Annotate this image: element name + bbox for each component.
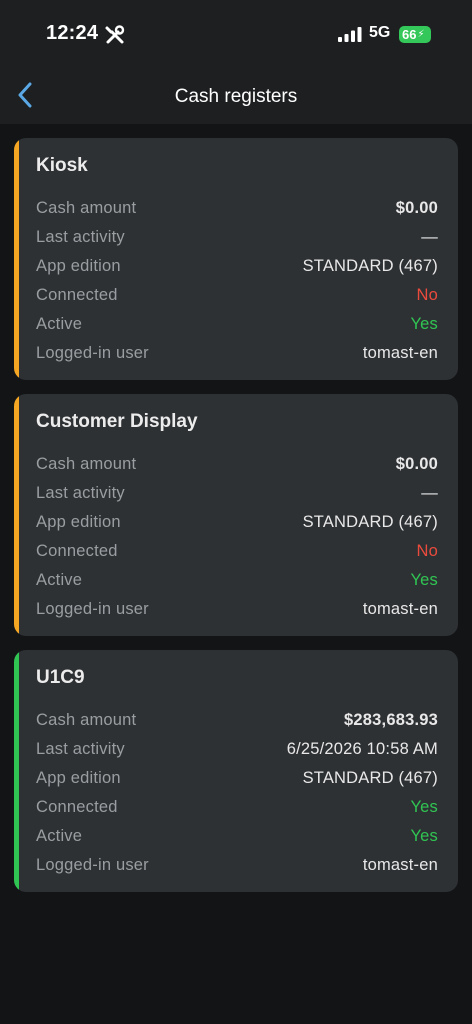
detail-value: $0.00 bbox=[395, 455, 438, 473]
signal-icon bbox=[338, 27, 362, 42]
battery-indicator: 66 ⚡ bbox=[399, 26, 431, 43]
register-card-customer-display[interactable]: Customer Display Cash amount $0.00 Last a… bbox=[14, 394, 458, 636]
detail-value: Yes bbox=[410, 798, 438, 816]
detail-row: Cash amount $0.00 bbox=[36, 450, 438, 479]
status-time: 12:24 bbox=[46, 22, 99, 44]
detail-value: $0.00 bbox=[395, 199, 438, 217]
detail-value: tomast-en bbox=[362, 600, 438, 618]
register-name: Kiosk bbox=[36, 155, 88, 176]
detail-value: Yes bbox=[410, 571, 438, 589]
detail-value: Yes bbox=[410, 315, 438, 333]
detail-value: Yes bbox=[410, 827, 438, 845]
detail-row: Active Yes bbox=[36, 566, 438, 595]
detail-row: Cash amount $0.00 bbox=[36, 194, 438, 223]
detail-row: Connected Yes bbox=[36, 793, 438, 822]
register-card-u1c9[interactable]: U1C9 Cash amount $283,683.93 Last activit… bbox=[14, 650, 458, 892]
network-type: 5G bbox=[369, 24, 391, 41]
detail-value: STANDARD (467) bbox=[302, 257, 438, 275]
detail-value: No bbox=[416, 286, 438, 304]
detail-label: Connected bbox=[36, 286, 118, 304]
detail-label: Cash amount bbox=[36, 199, 137, 217]
status-accent bbox=[14, 138, 19, 380]
detail-value: No bbox=[416, 542, 438, 560]
detail-row: Cash amount $283,683.93 bbox=[36, 706, 438, 735]
bolt-icon: ⚡ bbox=[417, 29, 425, 40]
detail-value: tomast-en bbox=[362, 856, 438, 874]
register-name: U1C9 bbox=[36, 667, 85, 688]
detail-value: 6/25/2026 10:58 AM bbox=[286, 740, 438, 758]
register-card-kiosk[interactable]: Kiosk Cash amount $0.00 Last activity — Ap… bbox=[14, 138, 458, 380]
detail-row: App edition STANDARD (467) bbox=[36, 764, 438, 793]
detail-label: App edition bbox=[36, 513, 121, 531]
detail-row: Last activity — bbox=[36, 479, 438, 508]
register-name: Customer Display bbox=[36, 411, 198, 432]
detail-row: Active Yes bbox=[36, 310, 438, 339]
detail-value: — bbox=[421, 484, 438, 502]
status-bar: 12:24 5G 66 ⚡ bbox=[0, 0, 472, 72]
detail-row: Last activity — bbox=[36, 223, 438, 252]
detail-label: Last activity bbox=[36, 228, 125, 246]
detail-value: — bbox=[421, 228, 438, 246]
nav-bar: Cash registers bbox=[0, 72, 472, 124]
detail-value: STANDARD (467) bbox=[302, 513, 438, 531]
tools-icon bbox=[104, 24, 126, 46]
detail-label: Cash amount bbox=[36, 711, 137, 729]
detail-label: Connected bbox=[36, 542, 118, 560]
detail-row: Connected No bbox=[36, 537, 438, 566]
status-accent bbox=[14, 394, 19, 636]
detail-label: Logged-in user bbox=[36, 600, 149, 618]
detail-value: STANDARD (467) bbox=[302, 769, 438, 787]
detail-row: Active Yes bbox=[36, 822, 438, 851]
detail-label: Connected bbox=[36, 798, 118, 816]
detail-row: Logged-in user tomast-en bbox=[36, 339, 438, 368]
detail-value: $283,683.93 bbox=[344, 711, 438, 729]
detail-row: App edition STANDARD (467) bbox=[36, 508, 438, 537]
detail-label: App edition bbox=[36, 257, 121, 275]
detail-label: App edition bbox=[36, 769, 121, 787]
detail-row: Logged-in user tomast-en bbox=[36, 595, 438, 624]
detail-row: App edition STANDARD (467) bbox=[36, 252, 438, 281]
detail-label: Active bbox=[36, 315, 83, 333]
detail-label: Logged-in user bbox=[36, 344, 149, 362]
battery-level: 66 bbox=[402, 27, 417, 42]
detail-value: tomast-en bbox=[362, 344, 438, 362]
detail-label: Last activity bbox=[36, 484, 125, 502]
page-title: Cash registers bbox=[174, 86, 298, 107]
detail-row: Logged-in user tomast-en bbox=[36, 851, 438, 880]
detail-label: Active bbox=[36, 571, 83, 589]
detail-row: Last activity 6/25/2026 10:58 AM bbox=[36, 735, 438, 764]
register-list: Kiosk Cash amount $0.00 Last activity — Ap… bbox=[14, 138, 458, 906]
detail-label: Cash amount bbox=[36, 455, 137, 473]
status-accent bbox=[14, 650, 19, 892]
detail-label: Last activity bbox=[36, 740, 125, 758]
detail-row: Connected No bbox=[36, 281, 438, 310]
detail-label: Active bbox=[36, 827, 83, 845]
detail-label: Logged-in user bbox=[36, 856, 149, 874]
